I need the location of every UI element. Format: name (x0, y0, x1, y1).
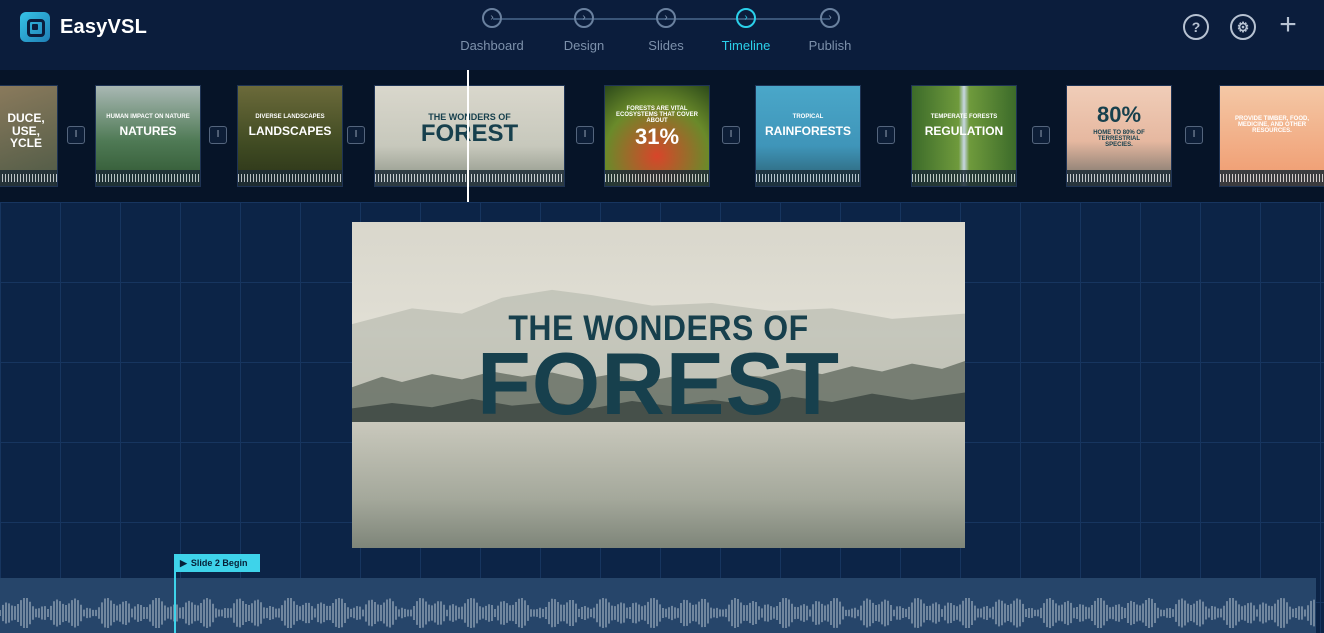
app-name: EasyVSL (60, 16, 148, 38)
slide-thumbnail[interactable]: TROPICAL RAINFORESTS (755, 85, 861, 187)
settings-icon[interactable]: ⚙ (1230, 14, 1256, 40)
chevron-right-icon: › (482, 8, 502, 28)
step-design[interactable]: › Design (544, 8, 624, 53)
slide-thumbnail[interactable]: TEMPERATE FORESTS REGULATION (911, 85, 1017, 187)
audio-waveform (1220, 170, 1324, 186)
chevron-right-icon: › (656, 8, 676, 28)
transition-icon[interactable]: I (722, 126, 740, 144)
slide-thumbnail[interactable]: 80% HOME TO 80% OF TERRESTRIAL SPECIES. (1066, 85, 1172, 187)
transition-icon[interactable]: I (67, 126, 85, 144)
transition-icon[interactable]: I (1032, 126, 1050, 144)
audio-waveform (96, 170, 200, 186)
audio-waveform (912, 170, 1016, 186)
audio-waveform (375, 170, 564, 186)
audio-waveform (1067, 170, 1171, 186)
top-bar: EasyVSL › Dashboard › Design › Slides › … (0, 0, 1324, 70)
slide-thumbnail-selected[interactable]: THE WONDERS OF FOREST (374, 85, 565, 187)
timeline-waveform (0, 598, 1315, 628)
step-slides[interactable]: › Slides (626, 8, 706, 53)
transition-icon[interactable]: I (1185, 126, 1203, 144)
slide-strip: DUCE, USE, YCLE I HUMAN IMPACT ON NATURE… (0, 70, 1324, 202)
workflow-steps: › Dashboard › Design › Slides › Timeline… (455, 8, 865, 54)
chevron-right-icon: › (820, 8, 840, 28)
help-icon[interactable]: ? (1183, 14, 1209, 40)
step-timeline[interactable]: › Timeline (706, 8, 786, 53)
plus-icon[interactable]: + (1277, 10, 1299, 40)
transition-icon[interactable]: I (576, 126, 594, 144)
audio-waveform (0, 170, 57, 186)
transition-icon[interactable]: I (877, 126, 895, 144)
step-dashboard[interactable]: › Dashboard (452, 8, 532, 53)
audio-waveform (605, 170, 709, 186)
slide-thumbnail[interactable]: PROVIDE TIMBER, FOOD, MEDICINE, AND OTHE… (1219, 85, 1324, 187)
step-publish[interactable]: › Publish (790, 8, 870, 53)
chevron-right-icon: › (736, 8, 756, 28)
transition-icon[interactable]: I (347, 126, 365, 144)
slide-title: FOREST (477, 334, 840, 433)
play-icon: ▶ (180, 558, 187, 568)
slide-thumbnail[interactable]: FORESTS ARE VITAL ECOSYSTEMS THAT COVER … (604, 85, 710, 187)
slide-thumbnail[interactable]: DUCE, USE, YCLE (0, 85, 58, 187)
transition-icon[interactable]: I (209, 126, 227, 144)
chevron-right-icon: › (574, 8, 594, 28)
audio-waveform (238, 170, 342, 186)
slide-begin-marker[interactable]: ▶ Slide 2 Begin (174, 554, 260, 572)
playhead[interactable] (467, 70, 469, 202)
slide-preview: THE WONDERS OF FOREST (352, 222, 965, 548)
slide-thumbnail[interactable]: HUMAN IMPACT ON NATURE NATURES (95, 85, 201, 187)
easyvsl-logo-icon[interactable] (20, 12, 50, 42)
audio-waveform (756, 170, 860, 186)
slide-thumbnail[interactable]: DIVERSE LANDSCAPES LANDSCAPES (237, 85, 343, 187)
